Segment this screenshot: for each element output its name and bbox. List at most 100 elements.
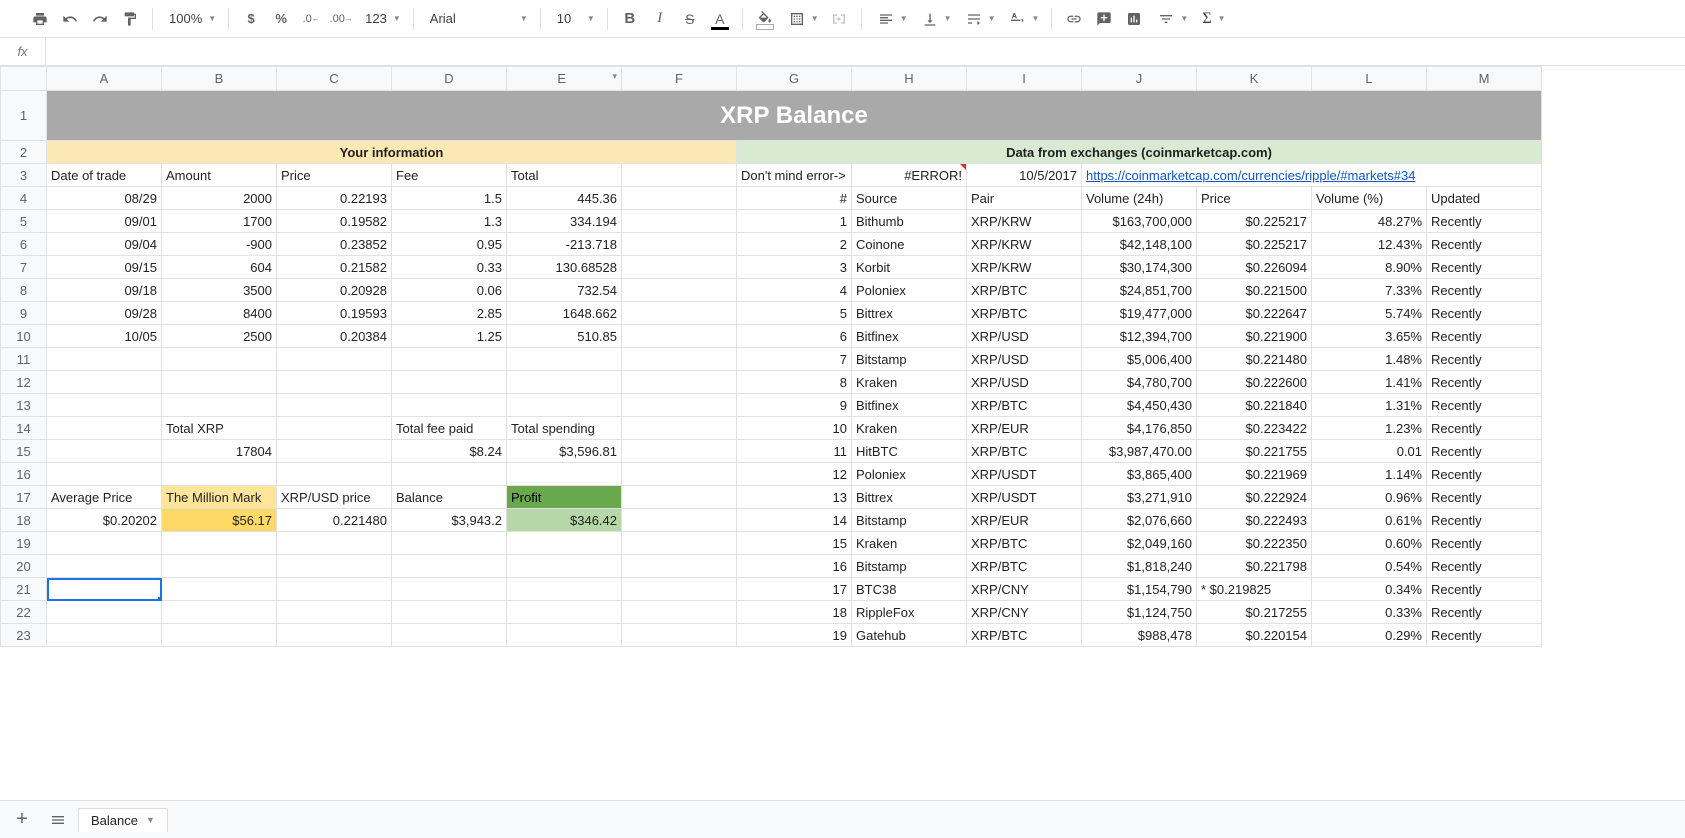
cell[interactable]: 2500 [162, 325, 277, 348]
cell[interactable]: Source [852, 187, 967, 210]
cell[interactable] [622, 164, 737, 187]
cell[interactable] [392, 463, 507, 486]
cell[interactable]: 0.60% [1312, 532, 1427, 555]
cell[interactable]: $8.24 [392, 440, 507, 463]
cell[interactable]: $0.217255 [1197, 601, 1312, 624]
cell[interactable]: $0.222493 [1197, 509, 1312, 532]
cell[interactable] [277, 578, 392, 601]
cell[interactable] [507, 601, 622, 624]
cell[interactable]: $1,124,750 [1082, 601, 1197, 624]
col-header-C[interactable]: C [277, 67, 392, 91]
cell[interactable]: #ERROR! [852, 164, 967, 187]
font-select[interactable]: Arial▼ [422, 6, 532, 32]
cell[interactable]: Recently [1427, 601, 1542, 624]
row-header-1[interactable]: 1 [1, 91, 47, 141]
cell[interactable]: 1.5 [392, 187, 507, 210]
cell[interactable]: XRP/BTC [967, 532, 1082, 555]
cell[interactable]: Amount [162, 164, 277, 187]
strikethrough-button[interactable]: S [676, 5, 704, 33]
col-header-H[interactable]: H [852, 67, 967, 91]
cell[interactable]: Recently [1427, 624, 1542, 647]
cell[interactable]: $5,006,400 [1082, 348, 1197, 371]
row-header-8[interactable]: 8 [1, 279, 47, 302]
cell[interactable]: 3 [737, 256, 852, 279]
cell[interactable]: $3,271,910 [1082, 486, 1197, 509]
cell[interactable] [507, 532, 622, 555]
cell[interactable]: 1.31% [1312, 394, 1427, 417]
insert-comment-button[interactable] [1090, 5, 1118, 33]
cell[interactable]: 08/29 [47, 187, 162, 210]
cell[interactable] [622, 325, 737, 348]
cell[interactable] [507, 348, 622, 371]
cell[interactable]: $0.220154 [1197, 624, 1312, 647]
cell[interactable]: $0.222350 [1197, 532, 1312, 555]
zoom-select[interactable]: 100%▼ [161, 6, 220, 32]
cell[interactable]: $0.221900 [1197, 325, 1312, 348]
col-header-D[interactable]: D [392, 67, 507, 91]
cell[interactable] [162, 348, 277, 371]
cell[interactable]: 0.96% [1312, 486, 1427, 509]
col-header-L[interactable]: L [1312, 67, 1427, 91]
fill-color-button[interactable] [751, 5, 779, 33]
cell[interactable]: 1 [737, 210, 852, 233]
select-all-corner[interactable] [1, 67, 47, 91]
cell[interactable] [162, 371, 277, 394]
cell[interactable] [392, 371, 507, 394]
cell[interactable]: Price [277, 164, 392, 187]
cell[interactable]: XRP/USD [967, 348, 1082, 371]
cell[interactable]: 2.85 [392, 302, 507, 325]
cell[interactable]: $2,049,160 [1082, 532, 1197, 555]
row-header-18[interactable]: 18 [1, 509, 47, 532]
cell[interactable]: 10/05 [47, 325, 162, 348]
cell[interactable] [162, 532, 277, 555]
cell[interactable]: $3,987,470.00 [1082, 440, 1197, 463]
cell[interactable]: BTC38 [852, 578, 967, 601]
cell[interactable] [392, 578, 507, 601]
row-header-17[interactable]: 17 [1, 486, 47, 509]
cell[interactable] [277, 463, 392, 486]
cell[interactable]: Recently [1427, 440, 1542, 463]
cell[interactable] [392, 394, 507, 417]
row-header-15[interactable]: 15 [1, 440, 47, 463]
print-button[interactable] [26, 5, 54, 33]
subheader-right[interactable]: Data from exchanges (coinmarketcap.com) [737, 141, 1542, 164]
cell[interactable]: $19,477,000 [1082, 302, 1197, 325]
cell[interactable]: Fee [392, 164, 507, 187]
cell[interactable]: $0.222647 [1197, 302, 1312, 325]
cell[interactable]: Volume (%) [1312, 187, 1427, 210]
cell[interactable]: $346.42 [507, 509, 622, 532]
cell[interactable]: XRP/BTC [967, 394, 1082, 417]
cell[interactable]: 0.34% [1312, 578, 1427, 601]
cell[interactable] [47, 371, 162, 394]
text-rotation-button[interactable]: ▼ [1001, 6, 1043, 32]
cell[interactable]: $4,176,850 [1082, 417, 1197, 440]
cell[interactable] [507, 394, 622, 417]
percent-button[interactable]: % [267, 5, 295, 33]
row-header-21[interactable]: 21 [1, 578, 47, 601]
cell[interactable] [162, 601, 277, 624]
cell[interactable] [162, 463, 277, 486]
cell[interactable]: 0.20384 [277, 325, 392, 348]
cell[interactable]: $0.225217 [1197, 233, 1312, 256]
cell[interactable]: XRP/USD [967, 325, 1082, 348]
vertical-align-button[interactable]: ▼ [914, 6, 956, 32]
undo-button[interactable] [56, 5, 84, 33]
cell[interactable]: XRP/EUR [967, 417, 1082, 440]
cell[interactable]: 5 [737, 302, 852, 325]
cell[interactable] [47, 601, 162, 624]
cell[interactable]: $3,596.81 [507, 440, 622, 463]
cell[interactable]: 8400 [162, 302, 277, 325]
text-color-button[interactable]: A [706, 5, 734, 33]
col-header-B[interactable]: B [162, 67, 277, 91]
text-wrap-button[interactable]: ▼ [958, 6, 1000, 32]
cell[interactable]: 0.06 [392, 279, 507, 302]
insert-link-button[interactable] [1060, 5, 1088, 33]
cell[interactable]: 15 [737, 532, 852, 555]
cell[interactable]: Average Price [47, 486, 162, 509]
bold-button[interactable]: B [616, 5, 644, 33]
cell[interactable]: $163,700,000 [1082, 210, 1197, 233]
cell[interactable]: $0.225217 [1197, 210, 1312, 233]
cell[interactable]: $30,174,300 [1082, 256, 1197, 279]
cell[interactable] [162, 578, 277, 601]
cell[interactable] [47, 555, 162, 578]
